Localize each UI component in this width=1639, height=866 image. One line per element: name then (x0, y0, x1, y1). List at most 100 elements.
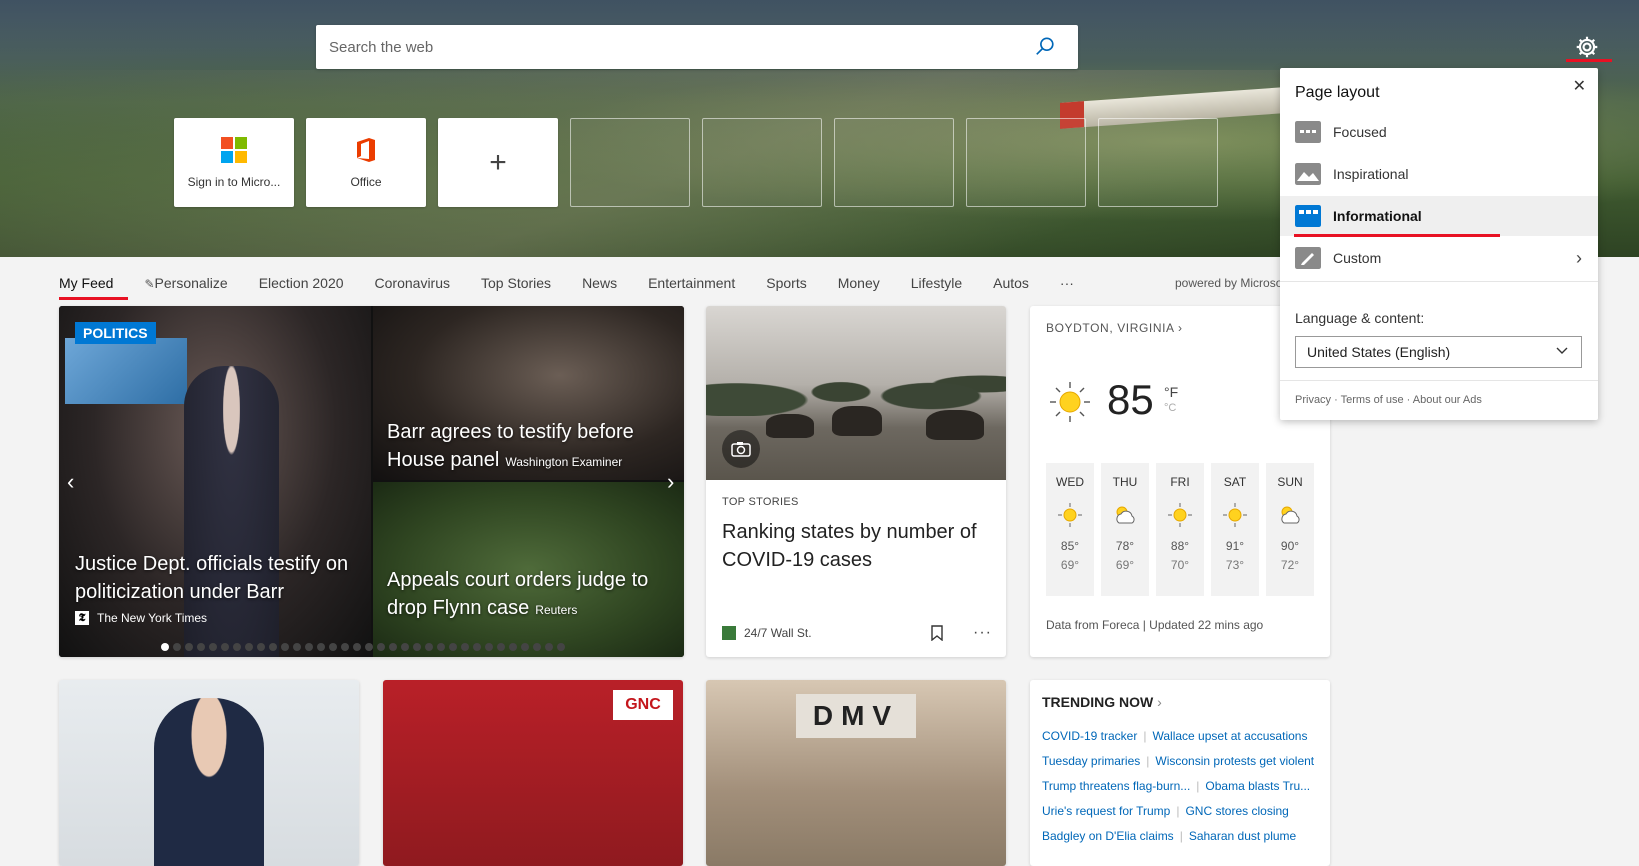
search-box[interactable] (316, 25, 1078, 69)
carousel-dot[interactable] (473, 643, 481, 651)
forecast-day[interactable]: SUN 90° 72° (1266, 463, 1314, 596)
unit-fahrenheit[interactable]: °F (1164, 384, 1178, 400)
trending-link[interactable]: Tuesday primaries (1042, 749, 1140, 774)
layout-option-inspirational[interactable]: Inspirational (1280, 154, 1598, 194)
tile-empty[interactable] (570, 118, 690, 207)
carousel-dot[interactable] (293, 643, 301, 651)
layout-option-custom[interactable]: Custom › (1280, 238, 1598, 278)
carousel-dot[interactable] (449, 643, 457, 651)
tab-entertainment[interactable]: Entertainment (648, 275, 735, 291)
tab-autos[interactable]: Autos (993, 275, 1029, 291)
story-title[interactable]: Barr agrees to testify before House pane… (387, 418, 677, 476)
carousel-dot[interactable] (377, 643, 385, 651)
story-card[interactable] (59, 680, 359, 866)
story-tile-barr[interactable]: Barr agrees to testify before House pane… (373, 306, 684, 480)
tile-empty[interactable] (966, 118, 1086, 207)
trending-link[interactable]: Wisconsin protests get violent (1155, 749, 1314, 774)
trending-link[interactable]: Wallace upset at accusations (1152, 724, 1307, 749)
tile-empty[interactable] (702, 118, 822, 207)
carousel-dot[interactable] (437, 643, 445, 651)
hero-story-title[interactable]: Justice Dept. officials testify on polit… (75, 550, 365, 606)
carousel-dot[interactable] (317, 643, 325, 651)
search-input[interactable] (329, 38, 1009, 56)
tile-empty[interactable] (834, 118, 954, 207)
carousel-prev-arrow-icon[interactable]: ‹ (67, 469, 74, 495)
carousel-dot[interactable] (161, 643, 169, 651)
carousel-dot[interactable] (209, 643, 217, 651)
tab-my-feed[interactable]: My Feed (59, 275, 129, 300)
carousel-dot[interactable] (521, 643, 529, 651)
carousel-next-arrow-icon[interactable]: › (667, 469, 674, 495)
carousel-dot[interactable] (413, 643, 421, 651)
tab-lifestyle[interactable]: Lifestyle (911, 275, 962, 291)
carousel-dot[interactable] (353, 643, 361, 651)
carousel-dot[interactable] (389, 643, 397, 651)
tab-personalize[interactable]: ✎Personalize (144, 275, 227, 291)
tab-money[interactable]: Money (838, 275, 880, 291)
tab-sports[interactable]: Sports (766, 275, 806, 291)
carousel-dot[interactable] (269, 643, 277, 651)
tile-empty[interactable] (1098, 118, 1218, 207)
carousel-dot[interactable] (425, 643, 433, 651)
carousel-dot[interactable] (341, 643, 349, 651)
carousel-dot[interactable] (401, 643, 409, 651)
footer-links[interactable]: Privacy · Terms of use · About our Ads (1295, 394, 1482, 406)
carousel-dot[interactable] (365, 643, 373, 651)
more-tabs-button[interactable]: ··· (1060, 275, 1074, 291)
layout-option-informational[interactable]: Informational (1280, 196, 1598, 236)
layout-option-focused[interactable]: Focused (1280, 112, 1598, 152)
story-card[interactable]: GNC (383, 680, 683, 866)
carousel-dot[interactable] (173, 643, 181, 651)
carousel-dot[interactable] (245, 643, 253, 651)
hero-carousel[interactable]: POLITICS Justice Dept. officials testify… (59, 306, 684, 657)
more-options-icon[interactable]: ··· (973, 624, 992, 642)
carousel-dot[interactable] (509, 643, 517, 651)
carousel-dot[interactable] (545, 643, 553, 651)
story-card[interactable]: TOP STORIES Ranking states by number of … (706, 306, 1006, 657)
tab-top-stories[interactable]: Top Stories (481, 275, 551, 291)
tab-election[interactable]: Election 2020 (259, 275, 344, 291)
tile-add[interactable]: + (438, 118, 558, 207)
trending-link[interactable]: Obama blasts Tru... (1205, 774, 1310, 799)
forecast-day[interactable]: THU 78° 69° (1101, 463, 1149, 596)
carousel-dot[interactable] (281, 643, 289, 651)
trending-title[interactable]: TRENDING NOW › (1042, 694, 1162, 710)
trending-link[interactable]: Trump threatens flag-burn... (1042, 774, 1190, 799)
carousel-dot[interactable] (497, 643, 505, 651)
forecast-day[interactable]: WED 85° 69° (1046, 463, 1094, 596)
carousel-dot[interactable] (185, 643, 193, 651)
search-icon[interactable] (1034, 36, 1056, 58)
story-title[interactable]: Ranking states by number of COVID-19 cas… (722, 518, 992, 574)
carousel-dot[interactable] (233, 643, 241, 651)
weather-location[interactable]: BOYDTON, VIRGINIA › (1046, 321, 1183, 335)
tile-office[interactable]: Office (306, 118, 426, 207)
carousel-dot[interactable] (197, 643, 205, 651)
language-select[interactable]: United States (English) (1295, 336, 1582, 368)
story-title[interactable]: Appeals court orders judge to drop Flynn… (387, 566, 677, 624)
forecast-day[interactable]: FRI 88° 70° (1156, 463, 1204, 596)
trending-link[interactable]: Urie's request for Trump (1042, 799, 1170, 824)
trending-link[interactable]: Saharan dust plume (1189, 824, 1296, 849)
close-icon[interactable]: ✕ (1573, 76, 1586, 96)
carousel-dot[interactable] (461, 643, 469, 651)
carousel-dot[interactable] (533, 643, 541, 651)
carousel-dot[interactable] (557, 643, 565, 651)
trending-link[interactable]: Badgley on D'Elia claims (1042, 824, 1174, 849)
trending-link[interactable]: COVID-19 tracker (1042, 724, 1137, 749)
carousel-dot[interactable] (329, 643, 337, 651)
hero-story-image[interactable]: POLITICS Justice Dept. officials testify… (59, 306, 371, 657)
tab-coronavirus[interactable]: Coronavirus (375, 275, 450, 291)
carousel-dot[interactable] (305, 643, 313, 651)
forecast-day[interactable]: SAT 91° 73° (1211, 463, 1259, 596)
unit-celsius[interactable]: °C (1164, 402, 1176, 414)
carousel-dot[interactable] (257, 643, 265, 651)
trending-link[interactable]: GNC stores closing (1185, 799, 1288, 824)
bookmark-icon[interactable] (931, 625, 943, 641)
story-tile-flynn[interactable]: Appeals court orders judge to drop Flynn… (373, 482, 684, 657)
story-card[interactable]: DMV (706, 680, 1006, 866)
carousel-dot[interactable] (485, 643, 493, 651)
carousel-dots[interactable] (161, 643, 565, 651)
carousel-dot[interactable] (221, 643, 229, 651)
gear-icon[interactable] (1574, 34, 1600, 60)
tile-microsoft-signin[interactable]: Sign in to Micro... (174, 118, 294, 207)
